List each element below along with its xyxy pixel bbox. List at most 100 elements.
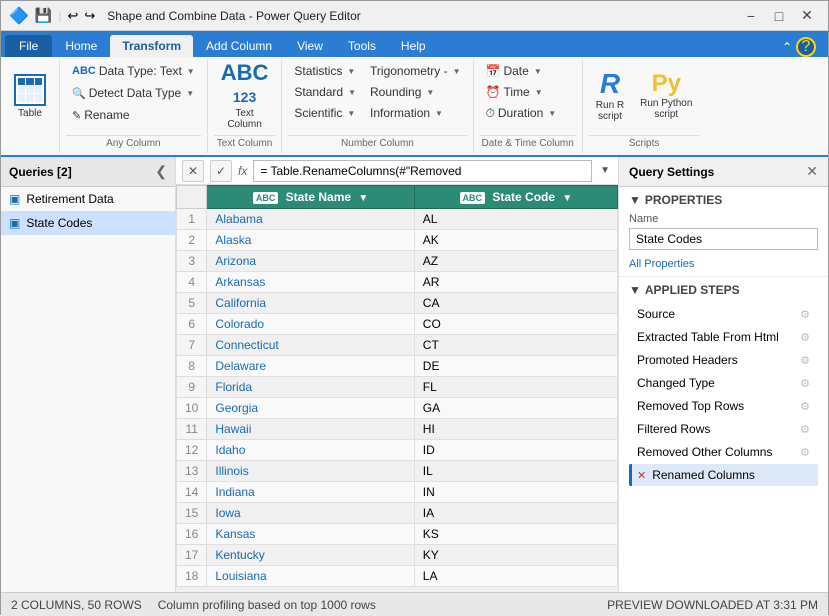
ribbon-group-number-column: Statistics ▼ Standard ▼ Scientific ▼ Tri… — [282, 59, 473, 153]
step-gear-icon[interactable]: ⚙ — [800, 400, 810, 413]
step-gear-icon[interactable]: ⚙ — [800, 308, 810, 321]
help-icon[interactable]: ⌃ ? — [782, 37, 816, 57]
row-number: 10 — [177, 398, 207, 419]
statistics-button[interactable]: Statistics ▼ — [288, 61, 362, 81]
rounding-button[interactable]: Rounding ▼ — [364, 82, 467, 102]
state-name-cell[interactable]: Arkansas — [207, 272, 414, 293]
datetime-content: 📅 Date ▼ ⏰ Time ▼ ⏱ Duration ▼ — [480, 61, 576, 133]
title-bar: 🔷 💾 | ↩ ↪ Shape and Combine Data - Power… — [1, 1, 828, 31]
table-icon — [14, 74, 46, 106]
state-name-cell[interactable]: Idaho — [207, 440, 414, 461]
applied-step[interactable]: ✕ Renamed Columns — [629, 464, 818, 486]
step-gear-icon[interactable]: ⚙ — [800, 423, 810, 436]
row-number: 1 — [177, 209, 207, 230]
step-label: Filtered Rows — [637, 422, 710, 436]
state-name-cell[interactable]: Kentucky — [207, 545, 414, 566]
state-name-header[interactable]: ABC State Name ▼ — [207, 186, 414, 209]
state-name-cell[interactable]: Indiana — [207, 482, 414, 503]
query-item-retirement[interactable]: ▣ Retirement Data — [1, 187, 175, 211]
state-name-cell[interactable]: Georgia — [207, 398, 414, 419]
information-button[interactable]: Information ▼ — [364, 103, 467, 123]
state-name-cell[interactable]: Colorado — [207, 314, 414, 335]
state-name-cell[interactable]: Louisiana — [207, 566, 414, 587]
detect-data-type-button[interactable]: 🔍 Detect Data Type ▼ — [66, 83, 201, 103]
grid-container[interactable]: ABC State Name ▼ ABC State Code ▼ 1 Alab… — [176, 185, 618, 592]
text-column-button[interactable]: ABC123 TextColumn — [214, 61, 276, 131]
state-code-header[interactable]: ABC State Code ▼ — [414, 186, 617, 209]
time-arrow: ▼ — [535, 88, 543, 97]
save-icon[interactable]: 💾 — [35, 7, 52, 24]
formula-confirm-button[interactable]: ✓ — [210, 160, 232, 182]
tab-file[interactable]: File — [5, 35, 52, 57]
trigonometry-button[interactable]: Trigonometry - ▼ — [364, 61, 467, 81]
time-button[interactable]: ⏰ Time ▼ — [480, 82, 563, 102]
row-number: 16 — [177, 524, 207, 545]
applied-step[interactable]: Promoted Headers ⚙ — [629, 349, 818, 371]
tab-transform[interactable]: Transform — [110, 35, 193, 57]
state-name-cell[interactable]: Arizona — [207, 251, 414, 272]
run-r-button[interactable]: R Run Rscript — [589, 61, 631, 131]
minimize-button[interactable]: − — [738, 5, 764, 27]
state-code-filter-arrow[interactable]: ▼ — [562, 193, 572, 204]
state-name-cell[interactable]: Illinois — [207, 461, 414, 482]
applied-step[interactable]: Changed Type ⚙ — [629, 372, 818, 394]
tab-add-column[interactable]: Add Column — [194, 35, 284, 57]
state-name-cell[interactable]: Iowa — [207, 503, 414, 524]
data-table: ABC State Name ▼ ABC State Code ▼ 1 Alab… — [176, 185, 618, 587]
data-type-button[interactable]: ABC Data Type: Text ▼ — [66, 61, 201, 81]
query-name-input[interactable] — [629, 228, 818, 250]
scientific-button[interactable]: Scientific ▼ — [288, 103, 362, 123]
scripts-content: R Run Rscript Py Run Pythonscript — [589, 61, 700, 133]
state-name-cell[interactable]: Delaware — [207, 356, 414, 377]
datetime-buttons: 📅 Date ▼ ⏰ Time ▼ ⏱ Duration ▼ — [480, 61, 563, 123]
step-gear-icon[interactable]: ⚙ — [800, 331, 810, 344]
close-button[interactable]: ✕ — [794, 5, 820, 27]
applied-step[interactable]: Removed Other Columns ⚙ — [629, 441, 818, 463]
tab-home[interactable]: Home — [53, 35, 109, 57]
step-gear-icon[interactable]: ⚙ — [800, 354, 810, 367]
standard-label: Standard — [294, 85, 343, 99]
state-name-cell[interactable]: Alaska — [207, 230, 414, 251]
table-button[interactable]: Table — [7, 61, 53, 131]
step-gear-icon[interactable]: ⚙ — [800, 377, 810, 390]
rename-button[interactable]: ✎ Rename — [66, 105, 201, 125]
collapse-queries-button[interactable]: ❮ — [155, 163, 167, 180]
tab-tools[interactable]: Tools — [336, 35, 388, 57]
step-gear-icon[interactable]: ⚙ — [800, 446, 810, 459]
undo-icon[interactable]: ↩ — [67, 8, 78, 24]
state-name-cell[interactable]: Alabama — [207, 209, 414, 230]
duration-button[interactable]: ⏱ Duration ▼ — [480, 103, 563, 123]
run-python-button[interactable]: Py Run Pythonscript — [633, 61, 699, 131]
scientific-arrow: ▼ — [347, 109, 355, 118]
formula-dropdown-arrow[interactable]: ▼ — [598, 163, 612, 178]
formula-input[interactable] — [253, 160, 592, 182]
state-name-cell[interactable]: Florida — [207, 377, 414, 398]
state-name-cell[interactable]: Kansas — [207, 524, 414, 545]
applied-step[interactable]: Extracted Table From Html ⚙ — [629, 326, 818, 348]
state-name-filter-arrow[interactable]: ▼ — [358, 193, 368, 204]
query-item-state-codes[interactable]: ▣ State Codes — [1, 211, 175, 235]
applied-step[interactable]: Source ⚙ — [629, 303, 818, 325]
table-row: 6 Colorado CO — [177, 314, 618, 335]
rename-label: Rename — [84, 108, 129, 122]
close-settings-button[interactable]: ✕ — [806, 163, 818, 180]
steps-list: Source ⚙ Extracted Table From Html ⚙ Pro… — [629, 303, 818, 486]
properties-section: ▼ PROPERTIES Name All Properties — [619, 187, 828, 277]
step-label: Changed Type — [637, 376, 715, 390]
standard-button[interactable]: Standard ▼ — [288, 82, 362, 102]
maximize-button[interactable]: □ — [766, 5, 792, 27]
state-name-cell[interactable]: Connecticut — [207, 335, 414, 356]
tab-view[interactable]: View — [285, 35, 335, 57]
date-button[interactable]: 📅 Date ▼ — [480, 61, 563, 81]
all-properties-link[interactable]: All Properties — [629, 258, 694, 270]
applied-step[interactable]: Filtered Rows ⚙ — [629, 418, 818, 440]
status-profiling: Column profiling based on top 1000 rows — [158, 598, 376, 612]
state-name-cell[interactable]: Hawaii — [207, 419, 414, 440]
row-number: 3 — [177, 251, 207, 272]
applied-step[interactable]: Removed Top Rows ⚙ — [629, 395, 818, 417]
formula-cancel-button[interactable]: ✕ — [182, 160, 204, 182]
tab-help[interactable]: Help — [389, 35, 438, 57]
state-name-cell[interactable]: California — [207, 293, 414, 314]
table-btn-area: Table — [7, 61, 53, 151]
redo-icon[interactable]: ↪ — [84, 8, 95, 24]
